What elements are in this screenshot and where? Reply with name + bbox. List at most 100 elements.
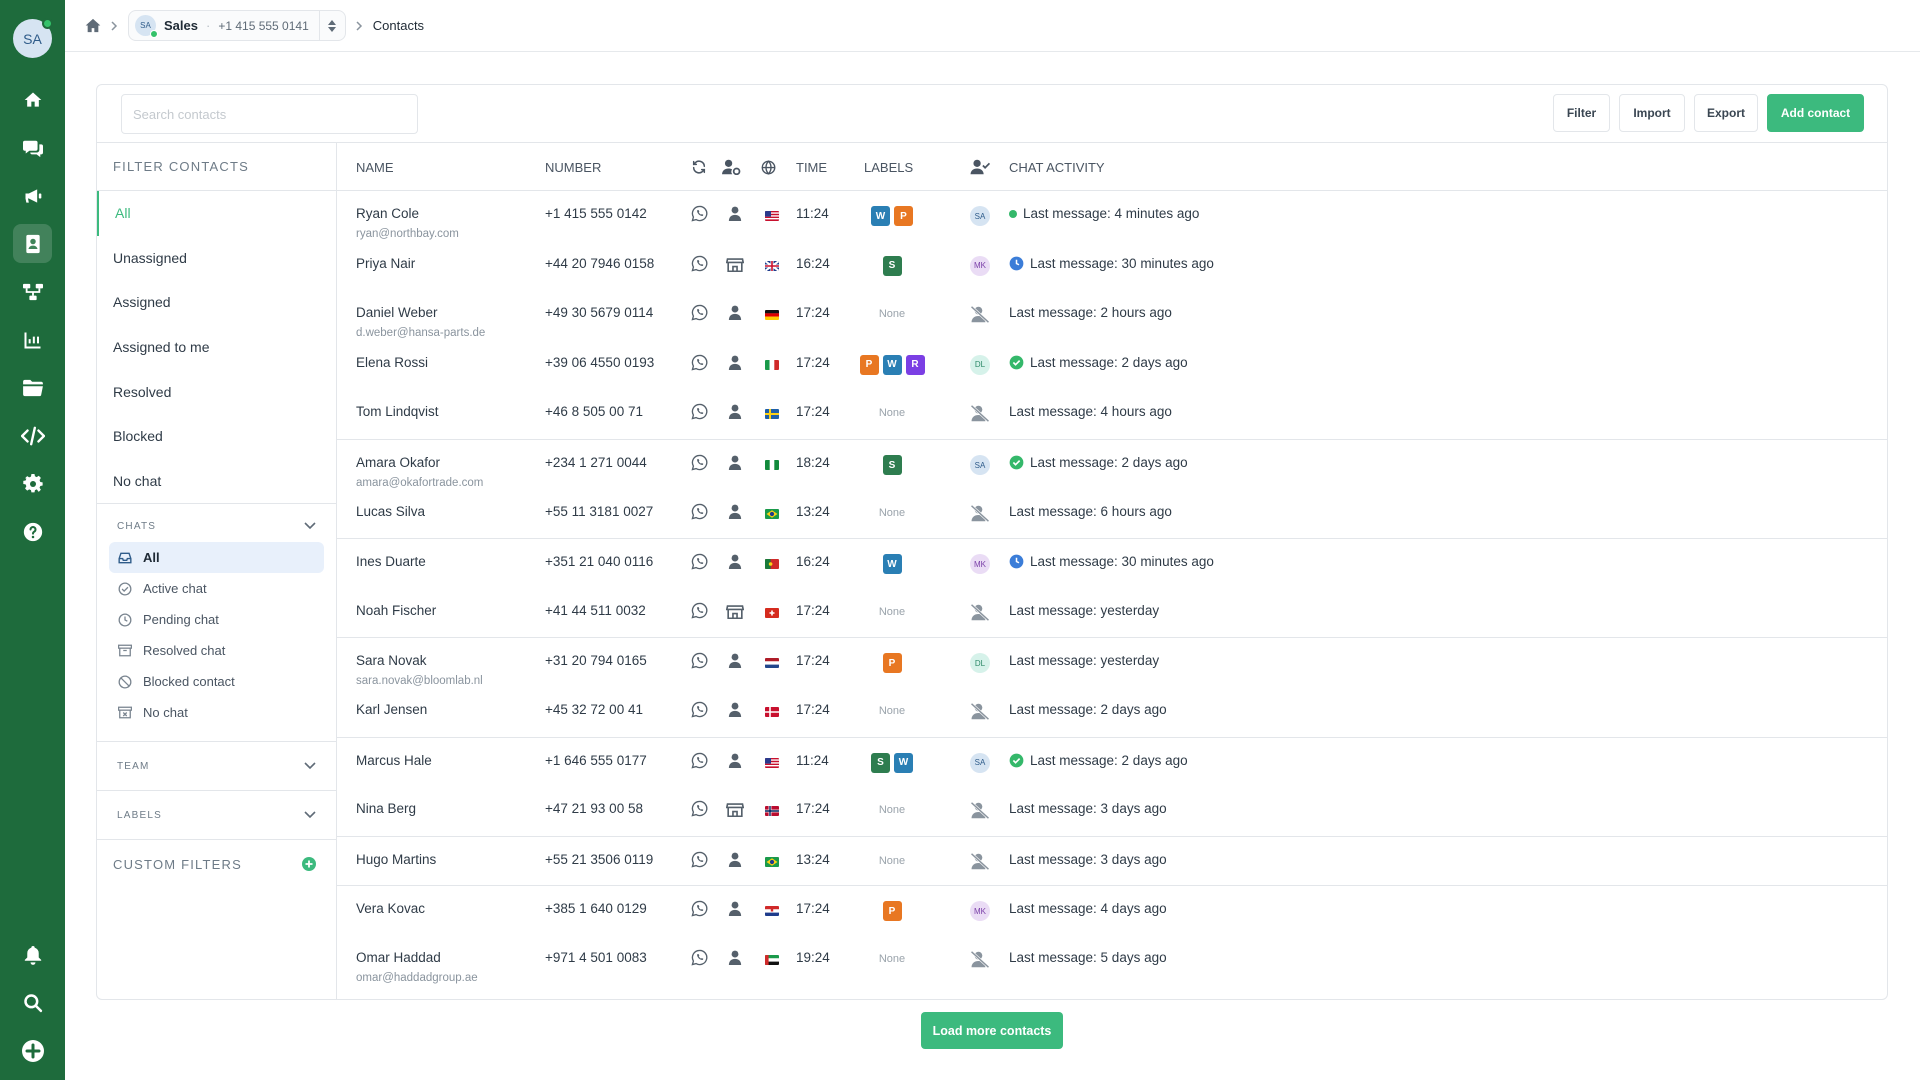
unassigned-icon[interactable] xyxy=(970,504,990,522)
unassigned-icon[interactable] xyxy=(970,703,990,720)
chevron-down-icon[interactable] xyxy=(304,522,316,530)
filter-button[interactable]: Filter xyxy=(1553,94,1610,132)
assignee-avatar[interactable]: MK xyxy=(970,901,990,922)
label-badge[interactable]: W xyxy=(882,554,902,575)
home-icon[interactable] xyxy=(13,80,52,119)
unassigned-icon[interactable] xyxy=(970,306,990,324)
export-button[interactable]: Export xyxy=(1694,94,1758,132)
label-badge[interactable]: R xyxy=(905,354,925,375)
unassigned-icon[interactable] xyxy=(970,405,990,423)
unassigned-icon[interactable] xyxy=(970,802,990,820)
analytics-icon[interactable] xyxy=(13,320,52,359)
label-badge[interactable]: S xyxy=(882,455,902,475)
header-name[interactable]: NAME xyxy=(356,143,394,191)
add-contact-button[interactable]: Add contact xyxy=(1767,94,1864,132)
chat-bubbles-icon[interactable] xyxy=(13,128,52,167)
add-filter-icon[interactable] xyxy=(302,857,316,872)
chat-filter-pending-chat[interactable]: Pending chat xyxy=(109,604,324,635)
contact-name[interactable]: Sara Novak xyxy=(356,653,427,668)
table-row[interactable]: Hugo Martins +55 21 3506 0119 13:24 None Las… xyxy=(337,835,1887,886)
chevron-down-icon[interactable] xyxy=(304,762,316,770)
code-icon[interactable] xyxy=(13,416,52,455)
contact-name[interactable]: Karl Jensen xyxy=(356,702,427,717)
label-badge[interactable]: P xyxy=(882,653,902,674)
chevron-down-icon[interactable] xyxy=(304,811,316,819)
labels-section-header[interactable]: LABELS xyxy=(97,791,336,839)
label-badge[interactable]: W xyxy=(894,752,913,773)
contact-name[interactable]: Nina Berg xyxy=(356,801,416,816)
header-number[interactable]: NUMBER xyxy=(545,143,601,191)
label-badge[interactable]: S xyxy=(871,752,890,773)
table-row[interactable]: Daniel Weber d.weber@hansa-parts.de +49 30… xyxy=(337,290,1887,340)
contact-name[interactable]: Amara Okafor xyxy=(356,455,440,470)
chat-filter-resolved-chat[interactable]: Resolved chat xyxy=(109,635,324,666)
filter-item-all[interactable]: All xyxy=(97,191,336,236)
label-badge[interactable]: P xyxy=(894,206,913,226)
unassigned-icon[interactable] xyxy=(970,951,990,968)
unassigned-icon[interactable] xyxy=(970,852,990,870)
contact-name[interactable]: Priya Nair xyxy=(356,256,415,271)
table-row[interactable]: Lucas Silva +55 11 3181 0027 13:24 None Last… xyxy=(337,489,1887,539)
label-badge[interactable]: P xyxy=(859,354,879,375)
filter-item-blocked[interactable]: Blocked xyxy=(97,414,336,459)
contact-name[interactable]: Hugo Martins xyxy=(356,852,436,867)
label-badge[interactable]: W xyxy=(882,354,902,375)
search-input[interactable] xyxy=(121,94,418,134)
folder-icon[interactable] xyxy=(13,368,52,407)
table-row[interactable]: Amara Okafor amara@okafortrade.com +234 1 … xyxy=(337,439,1887,489)
contact-name[interactable]: Tom Lindqvist xyxy=(356,404,439,419)
table-row[interactable]: Marcus Hale +1 646 555 0177 11:24 S W SA Last … xyxy=(337,736,1887,787)
sort-arrows-icon[interactable] xyxy=(318,11,345,40)
contact-name[interactable]: Ines Duarte xyxy=(356,554,426,569)
assignee-avatar[interactable]: MK xyxy=(970,554,990,575)
home-icon[interactable] xyxy=(85,18,101,33)
contact-name[interactable]: Daniel Weber xyxy=(356,305,438,320)
contact-name[interactable]: Ryan Cole xyxy=(356,206,419,221)
table-row[interactable]: Elena Rossi +39 06 4550 0193 17:24 P W R DL Las… xyxy=(337,340,1887,390)
add-circle-icon[interactable] xyxy=(13,1031,52,1070)
search-icon[interactable] xyxy=(13,983,52,1022)
import-button[interactable]: Import xyxy=(1619,94,1685,132)
label-badge[interactable]: P xyxy=(882,901,902,922)
unassigned-icon[interactable] xyxy=(970,603,990,621)
filter-item-unassigned[interactable]: Unassigned xyxy=(97,236,336,281)
chat-filter-active-chat[interactable]: Active chat xyxy=(109,573,324,604)
table-row[interactable]: Ines Duarte +351 21 040 0116 16:24 W MK Last … xyxy=(337,538,1887,588)
workspace-switcher[interactable]: SA Sales · +1 415 555 0141 xyxy=(128,10,346,41)
filter-item-no-chat[interactable]: No chat xyxy=(97,459,336,504)
table-row[interactable]: Noah Fischer +41 44 511 0032 17:24 None Last… xyxy=(337,588,1887,638)
assignee-avatar[interactable]: SA xyxy=(970,752,990,773)
contact-name[interactable]: Omar Haddad xyxy=(356,950,441,965)
filter-item-assigned[interactable]: Assigned xyxy=(97,280,336,325)
filter-item-resolved[interactable]: Resolved xyxy=(97,369,336,414)
table-row[interactable]: Nina Berg +47 21 93 00 58 17:24 None Last me… xyxy=(337,786,1887,836)
flow-icon[interactable] xyxy=(13,272,52,311)
megaphone-icon[interactable] xyxy=(13,176,52,215)
table-row[interactable]: Ryan Cole ryan@northbay.com +1 415 555 014… xyxy=(337,191,1887,241)
table-row[interactable]: Vera Kovac +385 1 640 0129 17:24 P MK Last me… xyxy=(337,885,1887,935)
team-section-header[interactable]: TEAM xyxy=(97,742,336,790)
assignee-avatar[interactable]: SA xyxy=(970,206,990,226)
contacts-icon[interactable] xyxy=(13,224,52,263)
assignee-avatar[interactable]: DL xyxy=(970,653,990,674)
contact-name[interactable]: Vera Kovac xyxy=(356,901,425,916)
contact-name[interactable]: Lucas Silva xyxy=(356,504,425,519)
chats-section-header[interactable]: CHATS xyxy=(97,504,336,542)
user-avatar[interactable]: SA xyxy=(13,18,53,58)
table-row[interactable]: Sara Novak sara.novak@bloomlab.nl +31 20 7… xyxy=(337,637,1887,687)
chat-filter-blocked-contact[interactable]: Blocked contact xyxy=(109,666,324,697)
filter-item-assigned-to-me[interactable]: Assigned to me xyxy=(97,325,336,370)
assignee-avatar[interactable]: MK xyxy=(970,255,990,276)
table-row[interactable]: Priya Nair +44 20 7946 0158 16:24 S MK Last m… xyxy=(337,241,1887,291)
contact-name[interactable]: Elena Rossi xyxy=(356,355,428,370)
chat-filter-no-chat[interactable]: No chat xyxy=(109,697,324,728)
load-more-button[interactable]: Load more contacts xyxy=(921,1012,1063,1049)
header-time[interactable]: TIME xyxy=(796,143,827,191)
table-row[interactable]: Karl Jensen +45 32 72 00 41 17:24 None Last … xyxy=(337,687,1887,737)
bell-icon[interactable] xyxy=(13,935,52,974)
table-row[interactable]: Omar Haddad omar@haddadgroup.ae +971 4 501… xyxy=(337,935,1887,985)
assignee-avatar[interactable]: SA xyxy=(970,455,990,475)
help-icon[interactable] xyxy=(13,512,52,551)
settings-icon[interactable] xyxy=(13,464,52,503)
label-badge[interactable]: W xyxy=(871,206,890,226)
